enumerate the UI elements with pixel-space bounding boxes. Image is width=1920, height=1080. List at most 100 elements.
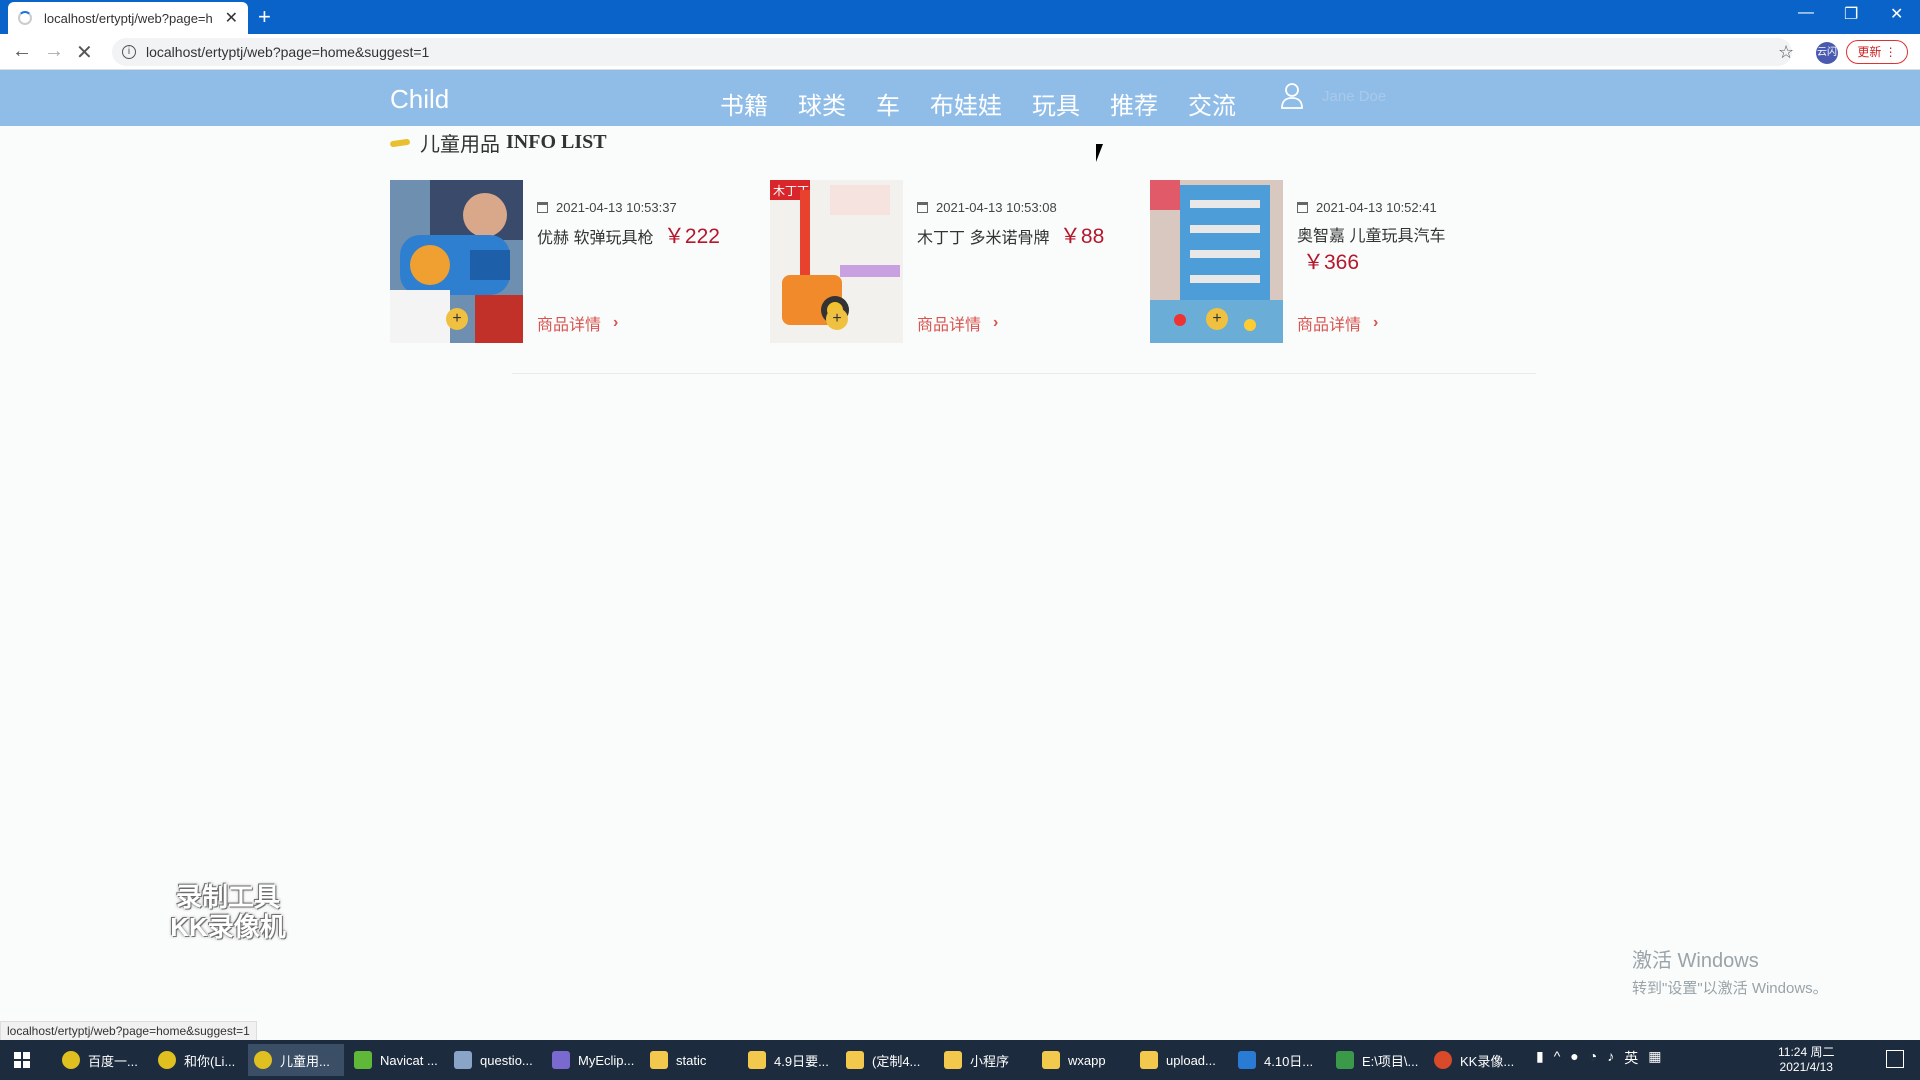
taskbar-item[interactable]: upload... bbox=[1134, 1044, 1226, 1076]
taskbar-item[interactable]: MyEclip... bbox=[546, 1044, 638, 1076]
forward-icon[interactable]: → bbox=[44, 40, 64, 63]
update-button[interactable]: 更新 ⋮ bbox=[1846, 40, 1908, 64]
nav-item-books[interactable]: 书籍 bbox=[720, 86, 768, 121]
folder-icon bbox=[748, 1051, 766, 1069]
taskbar-item[interactable]: wxapp bbox=[1036, 1044, 1128, 1076]
close-tab-icon[interactable]: ✕ bbox=[225, 8, 238, 28]
windows-start-icon[interactable] bbox=[14, 1052, 30, 1068]
taskbar-item-label: 4.9日要... bbox=[774, 1053, 829, 1069]
product-card: 木丁丁 + 2021-04-13 10:53:08 木丁丁 多米诺骨牌 ￥88 … bbox=[770, 180, 1130, 343]
title-bar-icon bbox=[389, 138, 411, 147]
word-icon bbox=[1238, 1051, 1256, 1069]
volume-icon[interactable]: ♪ bbox=[1607, 1048, 1614, 1068]
clock-date: 2021/4/13 bbox=[1779, 1060, 1833, 1074]
taskbar-item[interactable]: 4.10日... bbox=[1232, 1044, 1324, 1076]
address-bar[interactable]: i localhost/ertyptj/web?page=home&sugges… bbox=[112, 38, 1792, 66]
calendar-icon bbox=[537, 202, 548, 213]
ime-indicator[interactable]: 英 bbox=[1624, 1048, 1638, 1068]
user-name[interactable]: Jane Doe bbox=[1322, 88, 1386, 105]
folder-icon bbox=[1042, 1051, 1060, 1069]
product-name[interactable]: 奥智嘉 儿童玩具汽车 bbox=[1297, 228, 1445, 245]
back-icon[interactable]: ← bbox=[12, 40, 32, 63]
product-image[interactable]: + bbox=[390, 180, 523, 343]
bookmark-star-icon[interactable]: ☆ bbox=[1778, 42, 1794, 63]
taskbar-item[interactable]: 百度一... bbox=[56, 1044, 148, 1076]
system-tray: ▮ ^ ● ◔ ♪ 英 ▦ bbox=[1536, 1048, 1661, 1068]
product-name-line: 优赫 软弹玩具枪 ￥222 bbox=[537, 224, 752, 252]
tray-app-icon[interactable]: ● bbox=[1570, 1048, 1578, 1068]
taskbar-item-label: upload... bbox=[1166, 1052, 1216, 1068]
detail-label: 商品详情 bbox=[1297, 317, 1362, 334]
product-detail-link[interactable]: 商品详情 › bbox=[1297, 311, 1378, 335]
new-tab-icon[interactable]: + bbox=[258, 4, 271, 30]
date-text: 2021-04-13 10:52:41 bbox=[1316, 200, 1437, 215]
close-window-icon[interactable]: ✕ bbox=[1890, 4, 1903, 24]
navicat-icon bbox=[354, 1051, 372, 1069]
nav-item-forum[interactable]: 交流 bbox=[1188, 86, 1236, 121]
taskbar-item-label: KK录像... bbox=[1460, 1053, 1515, 1069]
taskbar-item[interactable]: E:\项目\... bbox=[1330, 1044, 1422, 1076]
battery-icon[interactable]: ▮ bbox=[1536, 1048, 1544, 1068]
add-icon[interactable]: + bbox=[826, 308, 848, 330]
restore-icon[interactable]: ❐ bbox=[1844, 4, 1858, 24]
nav-item-dolls[interactable]: 布娃娃 bbox=[930, 86, 1002, 121]
eclipse-icon bbox=[552, 1051, 570, 1069]
taskbar-item-label: wxapp bbox=[1068, 1052, 1106, 1068]
taskbar-item[interactable]: 小程序 bbox=[938, 1044, 1030, 1076]
product-price: ￥88 bbox=[1059, 225, 1105, 248]
section-title: 儿童用品 INFO LIST bbox=[389, 128, 607, 157]
taskbar-item[interactable]: KK录像... bbox=[1428, 1044, 1520, 1076]
taskbar-item[interactable]: 和你(Li... bbox=[152, 1044, 244, 1076]
section-title-en: INFO LIST bbox=[506, 131, 607, 153]
product-price: ￥366 bbox=[1303, 251, 1360, 274]
browser-toolbar: ← → ✕ i localhost/ertyptj/web?page=home&… bbox=[0, 34, 1920, 70]
user-icon[interactable] bbox=[1280, 82, 1304, 110]
taskbar-item[interactable]: (定制4... bbox=[840, 1044, 932, 1076]
taskbar-item-label: 百度一... bbox=[88, 1053, 138, 1069]
product-image[interactable]: + bbox=[1150, 180, 1283, 343]
site-header: Child 书籍 球类 车 布娃娃 玩具 推荐 交流 Jane Doe bbox=[0, 70, 1920, 126]
chevron-up-icon[interactable]: ^ bbox=[1554, 1048, 1561, 1068]
product-date: 2021-04-13 10:53:37 bbox=[537, 200, 677, 215]
product-name[interactable]: 木丁丁 多米诺骨牌 bbox=[917, 230, 1049, 247]
stop-loading-icon[interactable]: ✕ bbox=[76, 40, 93, 65]
folder-icon bbox=[650, 1051, 668, 1069]
clock[interactable]: 11:24 周二 2021/4/13 bbox=[1778, 1045, 1834, 1075]
watermark-line2: KK录像机 bbox=[170, 912, 286, 942]
taskbar-item-label: MyEclip... bbox=[578, 1052, 635, 1068]
taskbar-item-label: (定制4... bbox=[872, 1053, 921, 1069]
taskbar-item[interactable]: Navicat ... bbox=[348, 1044, 440, 1076]
nav-item-balls[interactable]: 球类 bbox=[798, 86, 846, 121]
nav-item-toys[interactable]: 玩具 bbox=[1032, 86, 1080, 121]
taskbar-item[interactable]: questio... bbox=[448, 1044, 540, 1076]
watermark-line1: 录制工具 bbox=[175, 882, 280, 912]
product-name[interactable]: 优赫 软弹玩具枪 bbox=[537, 230, 653, 247]
activate-title: 激活 Windows bbox=[1632, 950, 1759, 972]
update-label: 更新 bbox=[1857, 45, 1882, 59]
taskbar-item[interactable]: static bbox=[644, 1044, 736, 1076]
calendar-icon bbox=[1297, 202, 1308, 213]
extension-avatar[interactable]: 云闪 bbox=[1816, 42, 1838, 64]
product-detail-link[interactable]: 商品详情 › bbox=[917, 311, 998, 335]
chevron-right-icon: › bbox=[613, 314, 619, 331]
add-icon[interactable]: + bbox=[446, 308, 468, 330]
product-detail-link[interactable]: 商品详情 › bbox=[537, 311, 618, 335]
site-info-icon[interactable]: i bbox=[122, 45, 136, 59]
product-image[interactable]: 木丁丁 + bbox=[770, 180, 903, 343]
taskbar-item-active[interactable]: 儿童用... bbox=[248, 1044, 344, 1076]
browser-tab[interactable]: localhost/ertyptj/web?page=h ✕ bbox=[8, 2, 248, 34]
nav-item-recommend[interactable]: 推荐 bbox=[1110, 86, 1158, 121]
minimize-icon[interactable]: — bbox=[1798, 4, 1814, 22]
windows-taskbar: 百度一... 和你(Li... 儿童用... Navicat ... quest… bbox=[0, 1040, 1920, 1080]
window-icon bbox=[454, 1051, 472, 1069]
detail-label: 商品详情 bbox=[537, 317, 602, 334]
product-card: + 2021-04-13 10:53:37 优赫 软弹玩具枪 ￥222 商品详情… bbox=[390, 180, 750, 343]
add-icon[interactable]: + bbox=[1206, 308, 1228, 330]
site-logo[interactable]: Child bbox=[390, 84, 449, 115]
notification-icon[interactable] bbox=[1886, 1050, 1904, 1068]
nav-item-cars[interactable]: 车 bbox=[876, 86, 900, 121]
network-icon[interactable]: ◔ bbox=[1589, 1048, 1597, 1068]
chevron-right-icon: › bbox=[993, 314, 999, 331]
taskbar-item[interactable]: 4.9日要... bbox=[742, 1044, 834, 1076]
keyboard-icon[interactable]: ▦ bbox=[1648, 1048, 1661, 1068]
